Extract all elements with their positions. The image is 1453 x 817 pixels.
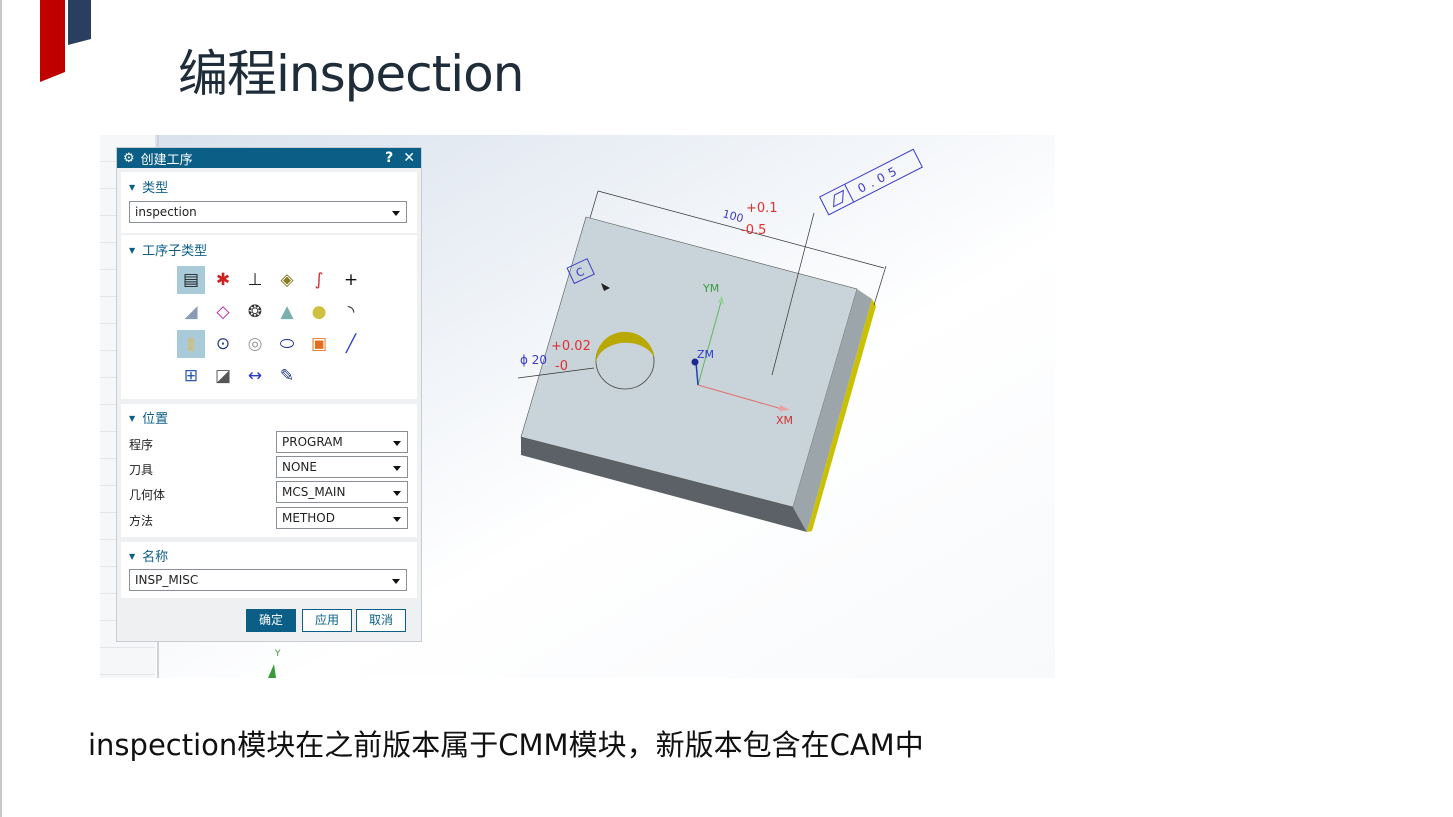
position-section: 位置 程序 PROGRAM 刀具 NONE 几何体 MCS_MAIN 方法 ME… xyxy=(121,404,417,537)
slot-icon[interactable]: ⬭ xyxy=(273,330,301,358)
cylinder-icon[interactable]: ▮ xyxy=(177,330,205,358)
torus-icon[interactable]: ◎ xyxy=(241,330,269,358)
type-section: 类型 inspection xyxy=(121,172,417,233)
pocket-icon[interactable]: ▣ xyxy=(305,330,333,358)
dim-upper: +0.1 xyxy=(746,201,778,216)
line-icon[interactable]: ╱ xyxy=(337,330,365,358)
method-dropdown[interactable]: METHOD xyxy=(276,507,408,529)
hole-dia: ϕ 20 xyxy=(520,353,547,367)
geometry-label: 几何体 xyxy=(129,488,166,502)
free-surface-icon[interactable]: ◇ xyxy=(209,298,237,326)
curve-icon[interactable]: ∫ xyxy=(305,266,333,294)
program-dropdown[interactable]: PROGRAM xyxy=(276,431,408,453)
plus-icon[interactable]: + xyxy=(337,266,365,294)
sphere-icon[interactable]: ● xyxy=(305,298,333,326)
circle-icon[interactable]: ⊙ xyxy=(209,330,237,358)
tool-dropdown[interactable]: NONE xyxy=(276,456,408,478)
circle-pattern-icon[interactable]: ❂ xyxy=(241,298,269,326)
axis-x-label: XM xyxy=(776,414,793,427)
help-button[interactable]: ? xyxy=(385,150,393,166)
edit-icon[interactable]: ✎ xyxy=(273,362,301,390)
dialog-title: 创建工序 xyxy=(140,152,193,168)
dimension-icon[interactable]: ↔ xyxy=(241,362,269,390)
probe-icon[interactable]: ⊞ xyxy=(177,362,205,390)
points-icon[interactable]: ✱ xyxy=(209,266,237,294)
axis-z-label: ZM xyxy=(697,348,714,361)
gear-icon[interactable]: ⚙ xyxy=(123,151,135,166)
tool-label: 刀具 xyxy=(129,463,154,477)
arc-icon[interactable]: ◝ xyxy=(337,298,365,326)
name-section: 名称 INSP_MISC xyxy=(121,542,417,598)
hole-lower: -0 xyxy=(555,359,568,374)
position-section-header[interactable]: 位置 xyxy=(129,408,168,427)
dialog-title-bar[interactable]: ⚙ 创建工序 ? ✕ xyxy=(117,148,421,168)
ok-button[interactable]: 确定 xyxy=(246,609,296,632)
hole-upper: +0.02 xyxy=(551,339,591,354)
type-dropdown[interactable]: inspection xyxy=(129,201,407,223)
subtype-section-header[interactable]: 工序子类型 xyxy=(129,240,207,259)
name-section-header[interactable]: 名称 xyxy=(129,546,168,565)
program-label: 程序 xyxy=(129,438,154,452)
wcs-y-label: Y xyxy=(274,649,281,659)
axis-ordinate-icon[interactable]: ⊥ xyxy=(241,266,269,294)
geometry-dropdown[interactable]: MCS_MAIN xyxy=(276,481,408,503)
surface-icon[interactable]: ◢ xyxy=(177,298,205,326)
name-input[interactable]: INSP_MISC xyxy=(129,569,407,591)
axis-y-label: YM xyxy=(702,282,719,295)
cone-icon[interactable]: ▲ xyxy=(273,298,301,326)
cancel-button[interactable]: 取消 xyxy=(356,609,406,632)
type-section-header[interactable]: 类型 xyxy=(129,177,168,196)
dim-lower: -0.5 xyxy=(741,223,766,238)
close-button[interactable]: ✕ xyxy=(403,150,415,166)
create-operation-dialog: ⚙ 创建工序 ? ✕ 类型 inspection 工序子类型 ▤✱⊥◈∫+ ◢◇❂… xyxy=(116,147,422,642)
document-icon[interactable]: ▤ xyxy=(177,266,205,294)
method-label: 方法 xyxy=(129,514,154,528)
cube-plane-icon[interactable]: ◈ xyxy=(273,266,301,294)
apply-button[interactable]: 应用 xyxy=(302,609,352,632)
section-icon[interactable]: ◪ xyxy=(209,362,237,390)
wcs-triad-icon xyxy=(268,664,276,678)
slide-caption: inspection模块在之前版本属于CMM模块，新版本包含在CAM中 xyxy=(88,728,924,762)
subtype-section: 工序子类型 ▤✱⊥◈∫+ ◢◇❂▲●◝ ▮⊙◎⬭▣╱ ⊞◪↔✎ xyxy=(121,235,417,399)
